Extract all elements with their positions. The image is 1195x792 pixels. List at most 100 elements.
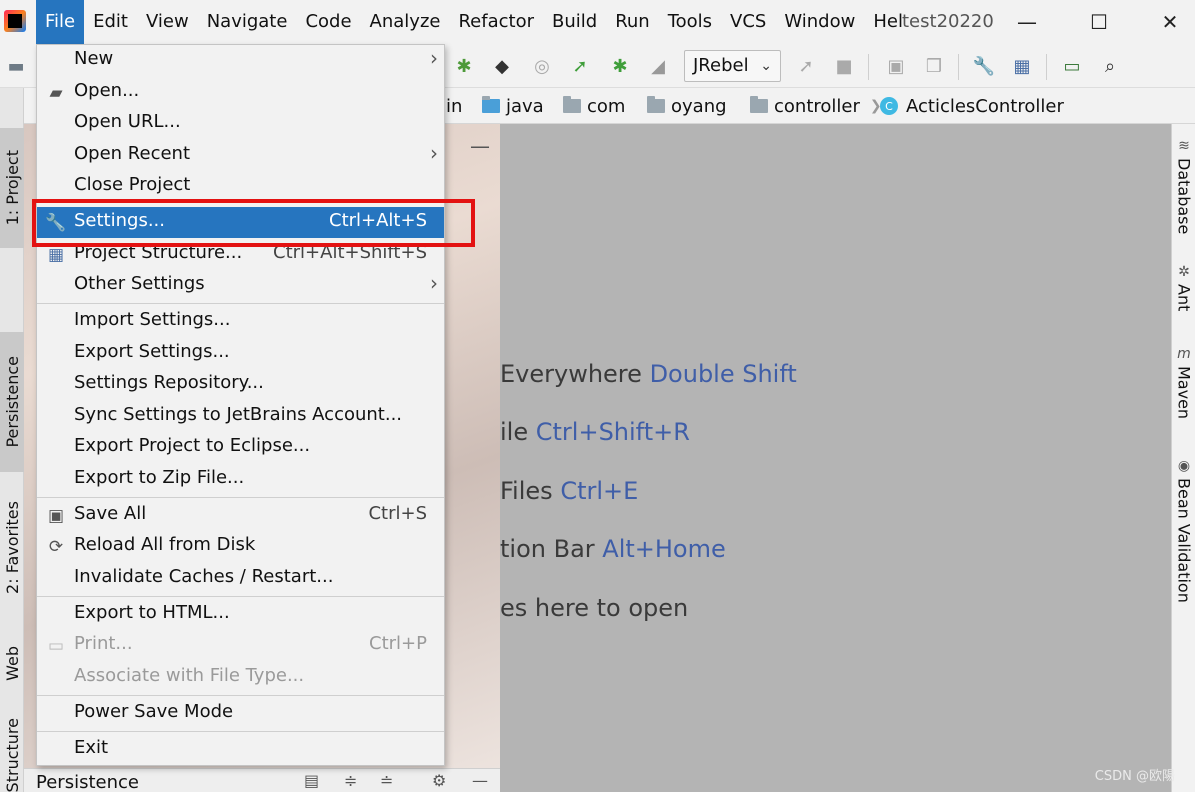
chevron-right-icon: › (430, 141, 438, 165)
left-tool-strip: 1: Project Persistence 2: Favorites Web … (0, 88, 24, 792)
menu-build[interactable]: Build (543, 0, 606, 44)
menu-item-sync-settings[interactable]: Sync Settings to JetBrains Account... (37, 401, 444, 432)
menu-separator (37, 695, 444, 696)
editor-hint: Everywhere Double Shift (500, 360, 797, 388)
jrebel-debug-icon[interactable]: ✱ (608, 54, 632, 78)
project-structure-icon[interactable]: ▦ (1010, 54, 1034, 78)
tab-project[interactable]: 1: Project (0, 128, 24, 248)
profile-icon[interactable]: ◎ (530, 54, 554, 78)
menu-separator (37, 497, 444, 498)
jrebel-run-icon[interactable]: ➚ (568, 54, 592, 78)
menu-item-close-project[interactable]: Close Project (37, 171, 444, 202)
menu-view[interactable]: View (137, 0, 198, 44)
minimize-panel-icon[interactable]: — (472, 771, 488, 790)
close-icon[interactable]: ✕ (1155, 8, 1185, 36)
editor-hint: tion Bar Alt+Home (500, 535, 726, 563)
terminal-icon[interactable]: ▭ (1060, 54, 1084, 78)
menu-item-exit[interactable]: Exit (37, 734, 444, 765)
menu-item-other-settings[interactable]: Other Settings › (37, 270, 444, 301)
folder-open-icon: ▰ (49, 83, 63, 103)
tab-database[interactable]: ≋ Database (1172, 138, 1195, 234)
folder-icon (563, 96, 581, 113)
editor-empty-area (500, 124, 1171, 792)
wrench-icon[interactable]: 🔧 (972, 54, 996, 78)
tab-maven[interactable]: m Maven (1172, 346, 1195, 419)
breadcrumb-item[interactable]: C ActiclesController (880, 94, 1064, 118)
menu-refactor[interactable]: Refactor (449, 0, 543, 44)
menu-item-reload-all[interactable]: ⟳ Reload All from Disk (37, 531, 444, 562)
persistence-panel-header: Persistence ▤ ≑ ≐ ⚙ — (24, 768, 500, 792)
menu-item-export-zip[interactable]: Export to Zip File... (37, 464, 444, 495)
build-artifact-icon[interactable]: ❒ (922, 54, 946, 78)
toolbar-separator (868, 54, 869, 80)
menu-vcs[interactable]: VCS (721, 0, 775, 44)
menu-navigate[interactable]: Navigate (198, 0, 297, 44)
breadcrumb-item[interactable]: controller ❯ (750, 94, 882, 118)
breadcrumb-item[interactable]: in (446, 94, 462, 118)
tab-bean-validation[interactable]: ◉ Bean Validation (1172, 458, 1195, 603)
menu-item-open-recent[interactable]: Open Recent › (37, 140, 444, 171)
run-config-select[interactable]: JRebel ⌄ (684, 50, 781, 82)
save-icon: ▣ (47, 506, 65, 526)
folder-icon (647, 96, 665, 113)
menu-item-export-eclipse[interactable]: Export Project to Eclipse... (37, 432, 444, 463)
minimize-icon[interactable]: — (1012, 8, 1042, 36)
minimize-panel-icon[interactable]: — (470, 134, 490, 158)
menu-separator (37, 303, 444, 304)
rebel-update-icon[interactable]: ➚ (794, 54, 818, 78)
menu-item-export-html[interactable]: Export to HTML... (37, 599, 444, 630)
menu-code[interactable]: Code (296, 0, 360, 44)
menu-item-open[interactable]: ▰ Open... (37, 77, 444, 108)
intellij-logo-icon (4, 10, 26, 32)
run-coverage-icon[interactable]: ◆ (490, 54, 514, 78)
menu-item-new[interactable]: New › (37, 45, 444, 76)
tab-ant[interactable]: ✲ Ant (1172, 264, 1195, 311)
class-icon: C (880, 97, 898, 115)
menu-item-save-all[interactable]: ▣ Save All Ctrl+S (37, 500, 444, 531)
annotation-highlight-box (32, 199, 475, 247)
project-structure-icon: ▦ (47, 245, 65, 265)
database-icon: ≋ (1178, 138, 1190, 154)
menu-item-export-settings[interactable]: Export Settings... (37, 338, 444, 369)
bean-validation-icon: ◉ (1177, 458, 1191, 474)
breadcrumb-item[interactable]: java (482, 94, 544, 118)
menu-analyze[interactable]: Analyze (361, 0, 450, 44)
right-tool-strip: ≋ Database ✲ Ant m Maven ◉ Bean Validati… (1171, 124, 1195, 792)
breadcrumb-item[interactable]: com (563, 94, 625, 118)
folder-icon (750, 96, 768, 113)
breadcrumb-item[interactable]: oyang (647, 94, 727, 118)
menu-item-open-url[interactable]: Open URL... (37, 108, 444, 139)
search-icon[interactable]: ⌕ (1098, 54, 1122, 78)
debug-icon[interactable]: ✱ (452, 54, 476, 78)
menu-file[interactable]: File (36, 0, 85, 44)
menu-item-invalidate-caches[interactable]: Invalidate Caches / Restart... (37, 563, 444, 594)
open-folder-icon[interactable]: ▬ (4, 54, 28, 78)
tab-persistence[interactable]: Persistence (0, 332, 24, 472)
tab-web[interactable]: Web (0, 628, 24, 698)
tab-favorites[interactable]: 2: Favorites (0, 484, 24, 610)
menu-separator (37, 596, 444, 597)
gear-icon[interactable]: ⚙ (432, 771, 446, 790)
maximize-icon[interactable]: ☐ (1084, 8, 1114, 36)
run-config-label: JRebel (693, 55, 749, 76)
jrebel-icon[interactable]: ◢ (646, 54, 670, 78)
toolbar-separator (1046, 54, 1047, 80)
menu-item-import-settings[interactable]: Import Settings... (37, 306, 444, 337)
menu-items: File Edit View Navigate Code Analyze Ref… (36, 0, 912, 44)
folder-icon (482, 96, 500, 113)
maven-icon: m (1177, 346, 1191, 362)
menu-window[interactable]: Window (775, 0, 864, 44)
menu-item-settings-repository[interactable]: Settings Repository... (37, 369, 444, 400)
attach-icon[interactable]: ▣ (884, 54, 908, 78)
menu-tools[interactable]: Tools (659, 0, 721, 44)
collapse-all-icon[interactable]: ≐ (380, 771, 393, 790)
tab-structure[interactable]: Structure (0, 718, 24, 792)
stop-icon[interactable]: ■ (832, 54, 856, 78)
toolbar-separator (958, 54, 959, 80)
menu-run[interactable]: Run (606, 0, 659, 44)
expand-all-icon[interactable]: ≑ (344, 771, 357, 790)
menu-item-power-save[interactable]: Power Save Mode (37, 698, 444, 729)
menu-edit[interactable]: Edit (84, 0, 137, 44)
chevron-right-icon: › (430, 46, 438, 70)
ql-icon[interactable]: ▤ (304, 771, 319, 790)
